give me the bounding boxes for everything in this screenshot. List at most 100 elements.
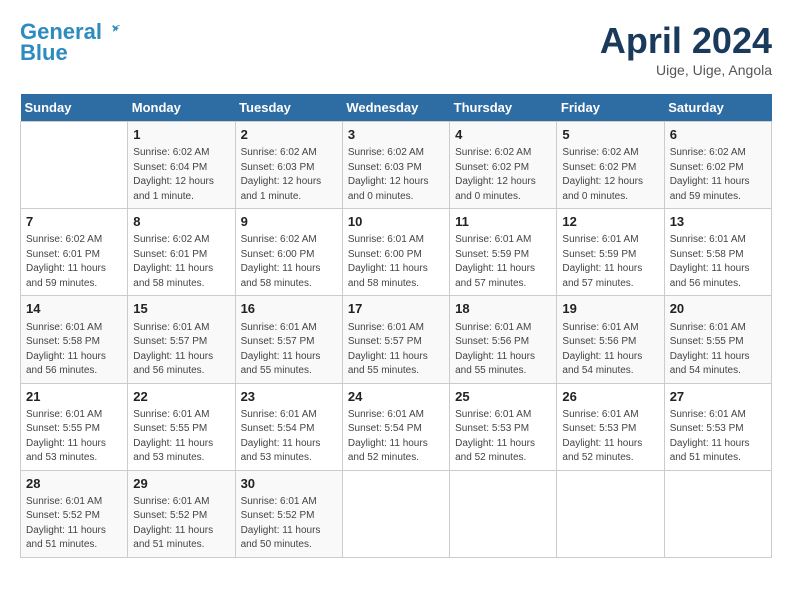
day-number: 6: [670, 126, 766, 144]
calendar-cell: 12 Sunrise: 6:01 AMSunset: 5:59 PMDayligh…: [557, 209, 664, 296]
day-info: Sunrise: 6:02 AMSunset: 6:03 PMDaylight:…: [348, 146, 444, 204]
day-number: 26: [562, 388, 658, 406]
day-number: 19: [562, 300, 658, 318]
calendar-cell: 17 Sunrise: 6:01 AMSunset: 5:57 PMDayligh…: [342, 296, 449, 383]
day-info: Sunrise: 6:01 AMSunset: 5:59 PMDaylight:…: [455, 233, 551, 291]
calendar-cell: 1 Sunrise: 6:02 AMSunset: 6:04 PMDaylight…: [128, 122, 235, 209]
day-number: 20: [670, 300, 766, 318]
calendar-cell: 19 Sunrise: 6:01 AMSunset: 5:56 PMDayligh…: [557, 296, 664, 383]
calendar-cell: 15 Sunrise: 6:01 AMSunset: 5:57 PMDayligh…: [128, 296, 235, 383]
weekday-header-tuesday: Tuesday: [235, 94, 342, 122]
calendar-cell: 21 Sunrise: 6:01 AMSunset: 5:55 PMDayligh…: [21, 383, 128, 470]
day-number: 28: [26, 475, 122, 493]
calendar-cell: 24 Sunrise: 6:01 AMSunset: 5:54 PMDayligh…: [342, 383, 449, 470]
day-info: Sunrise: 6:01 AMSunset: 5:55 PMDaylight:…: [670, 321, 766, 379]
day-info: Sunrise: 6:02 AMSunset: 6:02 PMDaylight:…: [562, 146, 658, 204]
weekday-header-saturday: Saturday: [664, 94, 771, 122]
calendar-cell: 8Sunrise: 6:02 AMSunset: 6:01 PMDaylight…: [128, 209, 235, 296]
calendar-week-5: 28 Sunrise: 6:01 AMSunset: 5:52 PMDayligh…: [21, 470, 772, 557]
day-number: 16: [241, 300, 337, 318]
day-number: 4: [455, 126, 551, 144]
calendar-cell: 6 Sunrise: 6:02 AMSunset: 6:02 PMDaylight…: [664, 122, 771, 209]
day-info: Sunrise: 6:01 AMSunset: 5:57 PMDaylight:…: [133, 321, 229, 379]
calendar-cell: 16 Sunrise: 6:01 AMSunset: 5:57 PMDayligh…: [235, 296, 342, 383]
day-number: 10: [348, 213, 444, 231]
logo: General Blue: [20, 20, 122, 66]
day-info: Sunrise: 6:02 AMSunset: 6:03 PMDaylight:…: [241, 146, 337, 204]
day-number: 14: [26, 300, 122, 318]
day-info: Sunrise: 6:01 AMSunset: 5:53 PMDaylight:…: [455, 408, 551, 466]
day-info: Sunrise: 6:01 AMSunset: 5:53 PMDaylight:…: [670, 408, 766, 466]
day-info: Sunrise: 6:01 AMSunset: 5:59 PMDaylight:…: [562, 233, 658, 291]
calendar-cell: 20 Sunrise: 6:01 AMSunset: 5:55 PMDayligh…: [664, 296, 771, 383]
day-number: 24: [348, 388, 444, 406]
day-info: Sunrise: 6:01 AMSunset: 5:54 PMDaylight:…: [241, 408, 337, 466]
calendar-week-3: 14 Sunrise: 6:01 AMSunset: 5:58 PMDayligh…: [21, 296, 772, 383]
calendar-cell: 7Sunrise: 6:02 AMSunset: 6:01 PMDaylight…: [21, 209, 128, 296]
title-block: April 2024 Uige, Uige, Angola: [600, 20, 772, 78]
weekday-header-wednesday: Wednesday: [342, 94, 449, 122]
day-info: Sunrise: 6:01 AMSunset: 5:58 PMDaylight:…: [670, 233, 766, 291]
day-number: 5: [562, 126, 658, 144]
day-number: 18: [455, 300, 551, 318]
logo-bird-icon: [104, 19, 122, 37]
day-number: 8: [133, 213, 229, 231]
day-number: 27: [670, 388, 766, 406]
day-info: Sunrise: 6:01 AMSunset: 5:52 PMDaylight:…: [241, 495, 337, 553]
calendar-cell: 13Sunrise: 6:01 AMSunset: 5:58 PMDayligh…: [664, 209, 771, 296]
page-header: General Blue April 2024 Uige, Uige, Ango…: [20, 20, 772, 78]
day-info: Sunrise: 6:01 AMSunset: 5:52 PMDaylight:…: [26, 495, 122, 553]
calendar-cell: 3 Sunrise: 6:02 AMSunset: 6:03 PMDaylight…: [342, 122, 449, 209]
calendar-cell: [342, 470, 449, 557]
calendar-cell: 11 Sunrise: 6:01 AMSunset: 5:59 PMDayligh…: [450, 209, 557, 296]
day-number: 21: [26, 388, 122, 406]
calendar-cell: 9 Sunrise: 6:02 AMSunset: 6:00 PMDaylight…: [235, 209, 342, 296]
day-info: Sunrise: 6:01 AMSunset: 5:58 PMDaylight:…: [26, 321, 122, 379]
day-info: Sunrise: 6:02 AMSunset: 6:02 PMDaylight:…: [455, 146, 551, 204]
day-info: Sunrise: 6:01 AMSunset: 5:52 PMDaylight:…: [133, 495, 229, 553]
day-number: 12: [562, 213, 658, 231]
day-number: 22: [133, 388, 229, 406]
calendar-cell: 23Sunrise: 6:01 AMSunset: 5:54 PMDayligh…: [235, 383, 342, 470]
day-info: Sunrise: 6:02 AMSunset: 6:01 PMDaylight:…: [26, 233, 122, 291]
day-info: Sunrise: 6:01 AMSunset: 5:54 PMDaylight:…: [348, 408, 444, 466]
day-info: Sunrise: 6:01 AMSunset: 5:57 PMDaylight:…: [241, 321, 337, 379]
day-info: Sunrise: 6:01 AMSunset: 5:55 PMDaylight:…: [133, 408, 229, 466]
day-number: 15: [133, 300, 229, 318]
calendar-cell: 4 Sunrise: 6:02 AMSunset: 6:02 PMDaylight…: [450, 122, 557, 209]
calendar-table: SundayMondayTuesdayWednesdayThursdayFrid…: [20, 94, 772, 558]
weekday-header-thursday: Thursday: [450, 94, 557, 122]
day-number: 11: [455, 213, 551, 231]
calendar-cell: 25Sunrise: 6:01 AMSunset: 5:53 PMDayligh…: [450, 383, 557, 470]
day-number: 17: [348, 300, 444, 318]
day-info: Sunrise: 6:01 AMSunset: 5:56 PMDaylight:…: [562, 321, 658, 379]
day-number: 1: [133, 126, 229, 144]
calendar-cell: 10 Sunrise: 6:01 AMSunset: 6:00 PMDayligh…: [342, 209, 449, 296]
calendar-cell: 14 Sunrise: 6:01 AMSunset: 5:58 PMDayligh…: [21, 296, 128, 383]
day-info: Sunrise: 6:01 AMSunset: 5:53 PMDaylight:…: [562, 408, 658, 466]
calendar-cell: [557, 470, 664, 557]
day-info: Sunrise: 6:02 AMSunset: 6:02 PMDaylight:…: [670, 146, 766, 204]
calendar-cell: [664, 470, 771, 557]
day-info: Sunrise: 6:01 AMSunset: 5:55 PMDaylight:…: [26, 408, 122, 466]
day-number: 29: [133, 475, 229, 493]
weekday-header-friday: Friday: [557, 94, 664, 122]
calendar-week-4: 21 Sunrise: 6:01 AMSunset: 5:55 PMDayligh…: [21, 383, 772, 470]
month-title: April 2024: [600, 20, 772, 62]
day-info: Sunrise: 6:02 AMSunset: 6:00 PMDaylight:…: [241, 233, 337, 291]
calendar-week-1: 1 Sunrise: 6:02 AMSunset: 6:04 PMDaylight…: [21, 122, 772, 209]
weekday-header-row: SundayMondayTuesdayWednesdayThursdayFrid…: [21, 94, 772, 122]
day-number: 2: [241, 126, 337, 144]
calendar-cell: 27 Sunrise: 6:01 AMSunset: 5:53 PMDayligh…: [664, 383, 771, 470]
weekday-header-sunday: Sunday: [21, 94, 128, 122]
location: Uige, Uige, Angola: [600, 62, 772, 78]
calendar-cell: 22 Sunrise: 6:01 AMSunset: 5:55 PMDayligh…: [128, 383, 235, 470]
day-number: 3: [348, 126, 444, 144]
calendar-cell: 30Sunrise: 6:01 AMSunset: 5:52 PMDayligh…: [235, 470, 342, 557]
day-info: Sunrise: 6:01 AMSunset: 5:56 PMDaylight:…: [455, 321, 551, 379]
day-info: Sunrise: 6:01 AMSunset: 6:00 PMDaylight:…: [348, 233, 444, 291]
day-number: 9: [241, 213, 337, 231]
day-info: Sunrise: 6:02 AMSunset: 6:04 PMDaylight:…: [133, 146, 229, 204]
calendar-cell: 28 Sunrise: 6:01 AMSunset: 5:52 PMDayligh…: [21, 470, 128, 557]
day-info: Sunrise: 6:01 AMSunset: 5:57 PMDaylight:…: [348, 321, 444, 379]
